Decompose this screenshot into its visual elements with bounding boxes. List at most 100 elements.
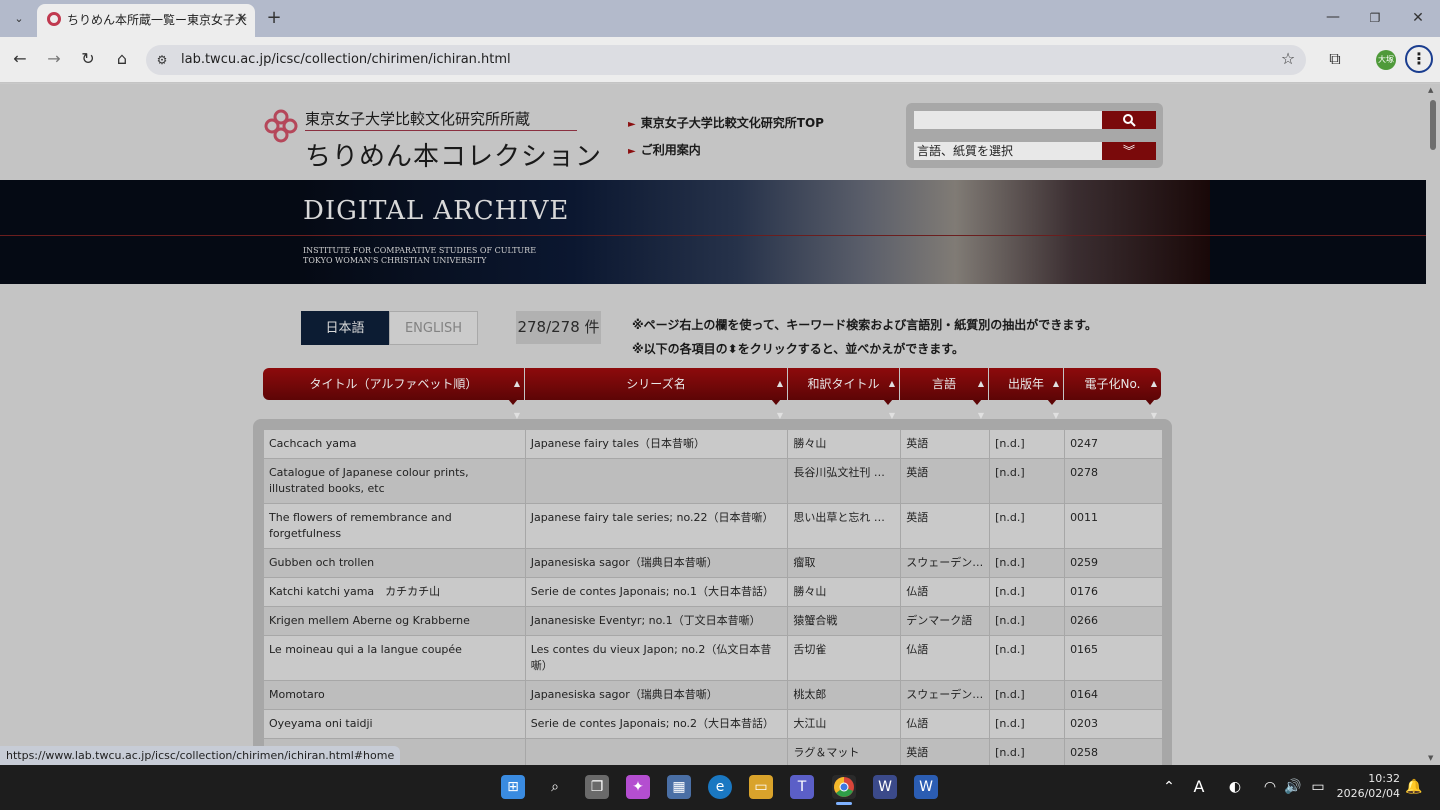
- page-scrollbar[interactable]: [1426, 84, 1440, 765]
- table-header: タイトル（アルファベット順） ▲ ▼ シリーズ名 ▲ ▼ 和訳タイトル ▲ ▼ 言語 ▲ ▼ 出…: [263, 368, 1161, 420]
- language-paper-select[interactable]: 言語、紙質を選択: [914, 142, 1102, 160]
- table-row[interactable]: Katchi katchi yama カチカチ山 Serie de contes …: [263, 577, 1163, 607]
- tab-search-chevron-icon[interactable]: ⌄: [7, 7, 31, 31]
- select-expand-button[interactable]: ︾: [1102, 142, 1156, 160]
- extensions-puzzle-icon[interactable]: ⧉: [1323, 47, 1347, 71]
- table-cell: [n.d.]: [989, 635, 1066, 681]
- store-icon[interactable]: ▦: [667, 775, 691, 799]
- table-cell: ラグ＆マット: [787, 738, 902, 768]
- ime-status-icon[interactable]: ◐: [1223, 775, 1247, 799]
- header-number-sort[interactable]: 電子化No. ▲ ▼: [1064, 368, 1161, 420]
- volume-icon[interactable]: 🔊: [1281, 775, 1305, 799]
- table-cell: 大江山: [787, 709, 902, 739]
- keyword-search-input[interactable]: [914, 111, 1102, 129]
- table-cell: [n.d.]: [989, 709, 1066, 739]
- close-window-icon[interactable]: ✕: [1406, 6, 1430, 30]
- tab-title: ちりめん本所蔵一覧ー東京女子大: [67, 13, 248, 27]
- table-cell: [n.d.]: [989, 577, 1066, 607]
- nav-link-guide[interactable]: ► ご利用案内: [628, 139, 701, 158]
- header-japanese-title-sort[interactable]: 和訳タイトル ▲ ▼: [788, 368, 900, 420]
- minimize-window-icon[interactable]: —: [1321, 5, 1345, 29]
- new-tab-icon[interactable]: +: [262, 6, 286, 30]
- search-button[interactable]: [1102, 111, 1156, 129]
- table-cell: Japanese fairy tales（日本昔噺）: [524, 429, 789, 459]
- header-year-sort[interactable]: 出版年 ▲ ▼: [989, 368, 1064, 420]
- copilot-icon[interactable]: ✦: [626, 775, 650, 799]
- table-cell: Katchi katchi yama カチカチ山: [263, 577, 526, 607]
- table-cell: 勝々山: [787, 429, 902, 459]
- task-view-icon[interactable]: ❐: [585, 775, 609, 799]
- battery-icon[interactable]: ▭: [1306, 775, 1330, 799]
- active-app-indicator: [836, 802, 852, 805]
- teams-icon[interactable]: T: [790, 775, 814, 799]
- word-icon[interactable]: W: [914, 775, 938, 799]
- profile-avatar[interactable]: 大塚: [1376, 50, 1396, 70]
- wifi-icon[interactable]: ◠: [1258, 775, 1282, 799]
- table-cell: Cachcach yama: [263, 429, 526, 459]
- table-row[interactable]: Oyeyama oni taidji Serie de contes Japona…: [263, 709, 1163, 739]
- header-title-sort[interactable]: タイトル（アルファベット順） ▲ ▼: [263, 368, 525, 420]
- double-chevron-down-icon: ︾: [1122, 144, 1135, 158]
- table-cell: スウェーデン…: [900, 680, 991, 710]
- close-tab-icon[interactable]: ✕: [230, 7, 254, 31]
- restore-window-icon[interactable]: ❐: [1363, 6, 1387, 30]
- header-notch: [883, 399, 893, 405]
- banner-red-line: [0, 235, 1426, 236]
- nav-arrow-icon: ►: [628, 146, 636, 157]
- table-cell: [n.d.]: [989, 606, 1066, 636]
- back-icon[interactable]: ←: [8, 47, 32, 71]
- table-cell: [n.d.]: [989, 429, 1066, 459]
- table-cell: 0259: [1064, 548, 1163, 578]
- table-cell: [n.d.]: [989, 680, 1066, 710]
- ime-mode-icon[interactable]: A: [1187, 775, 1211, 799]
- forward-icon[interactable]: →: [42, 47, 66, 71]
- search-icon: [1123, 114, 1136, 127]
- language-japanese-button[interactable]: 日本語: [301, 311, 389, 345]
- table-cell: 0266: [1064, 606, 1163, 636]
- table-cell: Le moineau qui a la langue coupée: [263, 635, 526, 681]
- table-cell: Oyeyama oni taidji: [263, 709, 526, 739]
- table-row[interactable]: Momotaro Japanesiska sagor（瑞典日本昔噺） 桃太郎 スウェー…: [263, 680, 1163, 710]
- notification-bell-icon[interactable]: 🔔: [1402, 775, 1426, 799]
- clock-date: 2026/02/04: [1336, 787, 1400, 800]
- site-settings-icon[interactable]: ⚙: [150, 48, 174, 72]
- table-row[interactable]: Le moineau qui a la langue coupée Les con…: [263, 635, 1163, 681]
- url-text[interactable]: lab.twcu.ac.jp/icsc/collection/chirimen/…: [181, 52, 511, 67]
- chrome-icon[interactable]: [832, 775, 856, 799]
- taskbar-search-icon[interactable]: ⌕: [543, 775, 567, 799]
- header-label: タイトル（アルファベット順）: [309, 377, 478, 391]
- table-row[interactable]: The flowers of remembrance and forgetful…: [263, 503, 1163, 549]
- header-language-sort[interactable]: 言語 ▲ ▼: [900, 368, 989, 420]
- table-row[interactable]: Cachcach yama Japanese fairy tales（日本昔噺）勝…: [263, 429, 1163, 459]
- table-cell: [n.d.]: [989, 738, 1066, 768]
- language-english-button[interactable]: ENGLISH: [389, 311, 478, 345]
- scroll-down-arrow-icon[interactable]: ▼: [1428, 754, 1433, 762]
- table-row[interactable]: Catalogue of Japanese colour prints, ill…: [263, 458, 1163, 504]
- edge-browser-icon[interactable]: e: [708, 775, 732, 799]
- table-cell: 英語: [900, 429, 991, 459]
- table-cell: 瘤取: [787, 548, 902, 578]
- logo-divider: [305, 130, 577, 131]
- webex-icon[interactable]: W: [873, 775, 897, 799]
- nav-link-top[interactable]: ► 東京女子大学比較文化研究所TOP: [628, 112, 824, 131]
- clock-time: 10:32: [1368, 772, 1400, 785]
- table-cell: 0258: [1064, 738, 1163, 768]
- home-icon[interactable]: ⌂: [110, 47, 134, 71]
- browser-tab[interactable]: ちりめん本所蔵一覧ー東京女子大: [37, 4, 255, 37]
- start-windows-icon[interactable]: ⊞: [501, 775, 525, 799]
- table-cell: 仏語: [900, 709, 991, 739]
- scrollbar-thumb[interactable]: [1430, 100, 1436, 150]
- reload-icon[interactable]: ↻: [76, 47, 100, 71]
- taskbar-clock[interactable]: 10:32 2026/02/04: [1330, 771, 1400, 801]
- table-row[interactable]: Krigen mellem Aberne og Krabberne Jananes…: [263, 606, 1163, 636]
- table-cell: 0278: [1064, 458, 1163, 504]
- table-row[interactable]: Gubben och trollen Japanesiska sagor（瑞典日本…: [263, 548, 1163, 578]
- tray-overflow-chevron-icon[interactable]: ⌃: [1157, 775, 1181, 799]
- bookmark-star-icon[interactable]: ☆: [1276, 47, 1300, 71]
- file-explorer-icon[interactable]: ▭: [749, 775, 773, 799]
- table-cell: 0203: [1064, 709, 1163, 739]
- browser-menu-icon[interactable]: ⋮: [1405, 45, 1433, 73]
- scroll-up-arrow-icon[interactable]: ▲: [1428, 86, 1433, 94]
- header-notch: [1145, 399, 1155, 405]
- header-series-sort[interactable]: シリーズ名 ▲ ▼: [525, 368, 788, 420]
